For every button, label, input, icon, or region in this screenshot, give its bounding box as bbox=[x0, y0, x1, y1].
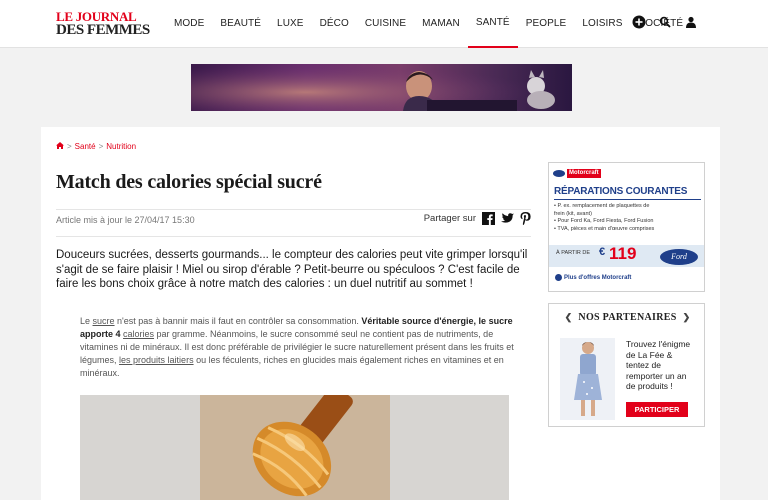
breadcrumb-nutrition[interactable]: Nutrition bbox=[106, 142, 136, 151]
article-card: > Santé > Nutrition Match des calories s… bbox=[41, 127, 720, 500]
breadcrumb: > Santé > Nutrition bbox=[56, 142, 136, 151]
ford-oval-icon bbox=[553, 170, 565, 177]
more-offers-link[interactable]: Plus d'offres Motorcraft bbox=[555, 274, 631, 281]
plus-circle-icon[interactable] bbox=[632, 15, 646, 29]
ad-price-band: À PARTIR DE € 119 Ford bbox=[549, 244, 704, 267]
nav-maman[interactable]: MAMAN bbox=[414, 0, 468, 48]
pinterest-icon[interactable] bbox=[520, 212, 531, 225]
link-calories[interactable]: calories bbox=[123, 329, 154, 339]
main-nav: MODE BEAUTÉ LUXE DÉCO CUISINE MAMAN SANT… bbox=[166, 0, 691, 48]
chevron-left-icon[interactable]: ❮ bbox=[565, 312, 573, 323]
arrow-circle-icon bbox=[555, 274, 562, 281]
nav-sante[interactable]: SANTÉ bbox=[467, 0, 518, 48]
partner-text: Trouvez l'énigme de La Fée & tentez de r… bbox=[626, 339, 691, 391]
ford-logo: Ford bbox=[660, 249, 698, 265]
partners-box: ❮ NOS PARTENAIRES ❯ Trouvez l'énigme de … bbox=[548, 303, 705, 427]
ad-bullets: • P. ex. remplacement de plaquettes de f… bbox=[554, 203, 659, 233]
nav-loisirs[interactable]: LOISIRS bbox=[574, 0, 630, 48]
breadcrumb-separator: > bbox=[67, 142, 72, 151]
article-meta: Article mis à jour le 27/04/17 15:30 Par… bbox=[56, 209, 531, 237]
header-icons bbox=[632, 15, 698, 29]
ad-bullet: • TVA, pièces et main d'œuvre comprises bbox=[554, 225, 655, 232]
nav-deco[interactable]: DÉCO bbox=[312, 0, 357, 48]
motorcraft-ad[interactable]: Motorcraft RÉPARATIONS COURANTES • P. ex… bbox=[548, 162, 705, 292]
motorcraft-brand: Motorcraft bbox=[553, 169, 601, 178]
ad-divider bbox=[554, 199, 701, 200]
partner-model-image[interactable] bbox=[560, 338, 615, 420]
partners-header: ❮ NOS PARTENAIRES ❯ bbox=[549, 312, 706, 323]
link-sucre[interactable]: sucre bbox=[93, 316, 115, 326]
motorcraft-label: Motorcraft bbox=[567, 169, 601, 178]
nav-people[interactable]: PEOPLE bbox=[518, 0, 575, 48]
share-label: Partager sur bbox=[423, 213, 476, 224]
more-offers-label: Plus d'offres Motorcraft bbox=[564, 274, 632, 281]
nav-mode[interactable]: MODE bbox=[166, 0, 212, 48]
nav-luxe[interactable]: LUXE bbox=[269, 0, 312, 48]
search-icon[interactable] bbox=[658, 15, 672, 29]
body-text: Le bbox=[80, 316, 93, 326]
user-icon[interactable] bbox=[684, 15, 698, 29]
ad-bullet: • Pour Ford Ka, Ford Fiesta, Ford Fusion bbox=[554, 218, 654, 224]
twitter-icon[interactable] bbox=[501, 213, 514, 224]
article-date: Article mis à jour le 27/04/17 15:30 bbox=[56, 215, 195, 225]
breadcrumb-separator: > bbox=[98, 142, 104, 151]
logo-line-2: DES FEMMES bbox=[56, 22, 150, 38]
partners-title: NOS PARTENAIRES bbox=[578, 312, 677, 323]
site-header: LE JOURNAL DES FEMMES MODE BEAUTÉ LUXE D… bbox=[0, 0, 768, 48]
chevron-right-icon[interactable]: ❯ bbox=[683, 312, 691, 323]
price-currency: € bbox=[599, 246, 606, 258]
ad-headline: RÉPARATIONS COURANTES bbox=[554, 186, 688, 197]
nav-cuisine[interactable]: CUISINE bbox=[357, 0, 414, 48]
link-produits-laitiers[interactable]: les produits laitiers bbox=[119, 355, 194, 365]
ad-bullet: • P. ex. remplacement de plaquettes de f… bbox=[554, 203, 650, 217]
breadcrumb-sante[interactable]: Santé bbox=[75, 142, 96, 151]
body-text: n'est pas à bannir mais il faut en contr… bbox=[114, 316, 362, 326]
price-value: 119 bbox=[609, 244, 637, 263]
share-bar: Partager sur bbox=[424, 212, 531, 225]
site-logo[interactable]: LE JOURNAL DES FEMMES bbox=[56, 10, 152, 38]
article-body: Le sucre n'est pas à bannir mais il faut… bbox=[80, 315, 530, 380]
participer-button[interactable]: PARTICIPER bbox=[626, 402, 688, 417]
home-icon[interactable] bbox=[56, 142, 64, 151]
price-prefix: À PARTIR DE bbox=[556, 250, 591, 256]
banner-ad-image bbox=[191, 64, 572, 111]
article-lead: Douceurs sucrées, desserts gourmands... … bbox=[56, 249, 528, 290]
nav-beaute[interactable]: BEAUTÉ bbox=[212, 0, 269, 48]
facebook-icon[interactable] bbox=[482, 212, 495, 225]
article-title: Match des calories spécial sucré bbox=[56, 171, 322, 193]
article-photo-honey bbox=[80, 395, 509, 500]
top-banner-ad[interactable] bbox=[191, 64, 572, 111]
